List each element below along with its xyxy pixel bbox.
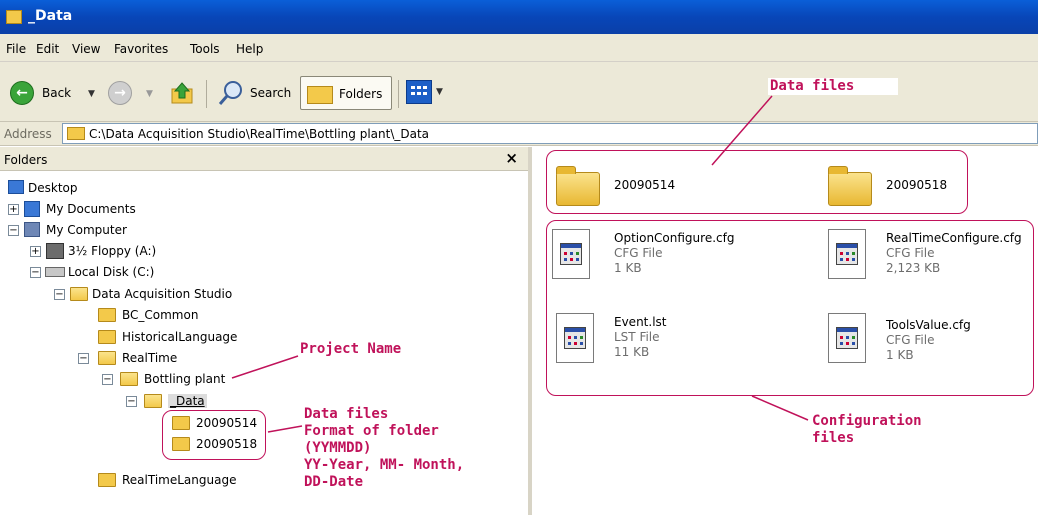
back-arrow-icon[interactable]: ← — [10, 81, 34, 105]
annotation-line: Configuration — [812, 413, 922, 429]
tree-item-label: BC_Common — [122, 308, 199, 322]
address-label: Address — [4, 127, 52, 141]
desktop-icon — [8, 180, 24, 194]
tree-item-label: _Data — [168, 394, 207, 408]
folders-icon — [307, 86, 333, 104]
menu-edit[interactable]: Edit — [36, 42, 59, 56]
collapse-icon[interactable]: − — [78, 353, 89, 364]
collapse-icon[interactable]: − — [126, 396, 137, 407]
menu-file[interactable]: File — [6, 42, 26, 56]
toolbar-separator — [206, 80, 207, 108]
config-files-highlight — [546, 220, 1034, 396]
window-title: _Data — [28, 8, 73, 24]
up-folder-icon[interactable] — [170, 81, 196, 105]
collapse-icon[interactable]: − — [30, 267, 41, 278]
computer-icon — [24, 222, 40, 237]
address-input[interactable]: C:\Data Acquisition Studio\RealTime\Bott… — [62, 123, 1038, 144]
search-button[interactable]: Search — [250, 86, 291, 100]
back-dropdown-icon[interactable]: ▼ — [88, 89, 95, 99]
folders-pane-header: Folders × — [0, 147, 528, 171]
expand-icon[interactable]: + — [8, 204, 19, 215]
tree-item-label: My Computer — [46, 223, 127, 237]
menu-tools[interactable]: Tools — [190, 42, 220, 56]
folders-button[interactable]: Folders — [300, 76, 392, 110]
folder-open-icon — [120, 372, 138, 386]
toolbar-separator — [398, 80, 399, 108]
floppy-drive-icon — [46, 243, 64, 259]
menu-help[interactable]: Help — [236, 42, 263, 56]
annotation-line: YY-Year, MM- Month, — [304, 457, 465, 473]
expand-icon[interactable]: + — [30, 246, 41, 257]
annotation-line: DD-Date — [304, 474, 364, 490]
folder-icon — [98, 473, 116, 487]
tree-item-label: RealTime — [122, 351, 178, 365]
collapse-icon[interactable]: − — [8, 225, 19, 236]
forward-dropdown-icon[interactable]: ▼ — [146, 89, 153, 99]
folder-open-icon — [98, 351, 116, 365]
tree-item-label: HistoricalLanguage — [122, 330, 238, 344]
tree-item-label: Desktop — [28, 181, 78, 195]
close-icon[interactable]: × — [505, 149, 518, 167]
tree-item-label: 3½ Floppy (A:) — [68, 244, 157, 258]
folder-open-icon — [144, 394, 162, 408]
project-name-annotation: Project Name — [300, 341, 402, 357]
views-dropdown-icon[interactable]: ▼ — [436, 87, 443, 97]
search-icon[interactable] — [218, 80, 244, 106]
folder-open-icon — [70, 287, 88, 301]
folders-pane-title: Folders — [4, 153, 48, 167]
title-bar: _Data — [0, 0, 1038, 34]
annotation-line: Data files — [304, 406, 389, 422]
folder-icon — [98, 308, 116, 322]
folder-icon — [98, 330, 116, 344]
tree-item-label: Data Acquisition Studio — [92, 287, 233, 301]
annotation-line: Format of folder — [304, 423, 439, 439]
configuration-files-annotation: Configuration files — [812, 413, 922, 447]
menu-view[interactable]: View — [72, 42, 100, 56]
collapse-icon[interactable]: − — [102, 374, 113, 385]
forward-arrow-icon[interactable]: → — [108, 81, 132, 105]
annotation-line: (YYMMDD) — [304, 440, 372, 456]
tree-item-label: Local Disk (C:) — [68, 265, 155, 279]
tree-data-files-highlight — [162, 410, 266, 460]
tree-item-label: RealTimeLanguage — [122, 473, 237, 487]
tree-item-label: My Documents — [46, 202, 136, 216]
views-icon[interactable] — [406, 80, 432, 104]
folder-icon — [67, 127, 85, 140]
folders-button-label: Folders — [339, 87, 383, 101]
address-bar: Address C:\Data Acquisition Studio\RealT… — [0, 122, 1038, 146]
folder-icon — [6, 10, 22, 24]
menu-favorites[interactable]: Favorites — [114, 42, 168, 56]
data-files-format-annotation: Data files Format of folder (YYMMDD) YY-… — [304, 406, 464, 491]
address-value: C:\Data Acquisition Studio\RealTime\Bott… — [89, 127, 430, 141]
collapse-icon[interactable]: − — [54, 289, 65, 300]
data-files-annotation: Data files — [768, 78, 899, 95]
menu-bar: File Edit View Favorites Tools Help — [0, 34, 1038, 62]
hard-disk-icon — [45, 267, 65, 277]
data-files-highlight — [546, 150, 968, 214]
documents-icon — [24, 201, 40, 217]
tree-item-label: Bottling plant — [144, 372, 226, 386]
annotation-line: files — [812, 430, 855, 446]
back-button[interactable]: Back — [42, 86, 71, 100]
